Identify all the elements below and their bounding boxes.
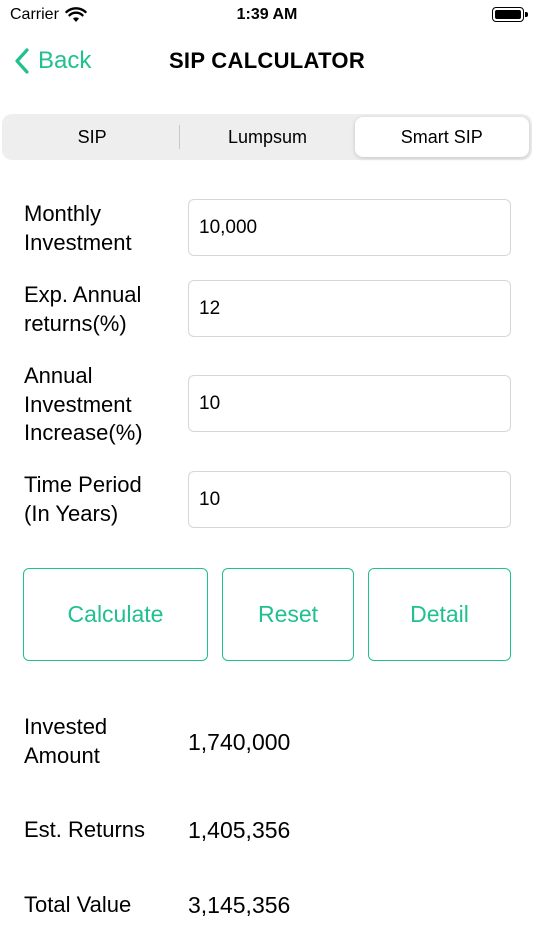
invested-amount-value: 1,740,000 xyxy=(188,729,291,755)
status-time: 1:39 AM xyxy=(236,6,298,23)
tab-smart-sip-label: Smart SIP xyxy=(400,126,483,147)
annual-increase-label: Annual Investment Increase(%) xyxy=(24,363,143,445)
est-returns-label: Est. Returns xyxy=(24,817,146,842)
monthly-investment-input[interactable] xyxy=(188,199,511,256)
total-value-value: 3,145,356 xyxy=(188,892,291,918)
reset-button[interactable]: Reset xyxy=(222,568,354,661)
monthly-investment-label: Monthly Investment xyxy=(24,201,132,255)
status-bar: Carrier 1:39 AM xyxy=(0,0,534,30)
tab-sip[interactable]: SIP xyxy=(5,117,179,157)
annual-returns-input[interactable] xyxy=(188,280,511,337)
calculator-type-segmented-control: SIP Lumpsum Smart SIP xyxy=(2,114,532,160)
tab-lumpsum[interactable]: Lumpsum xyxy=(180,117,354,157)
navigation-bar: Back SIP CALCULATOR xyxy=(0,36,534,86)
tab-sip-label: SIP xyxy=(77,126,107,147)
calculate-button-label: Calculate xyxy=(67,601,164,627)
annual-returns-label: Exp. Annual returns(%) xyxy=(24,282,142,336)
detail-button[interactable]: Detail xyxy=(368,568,511,661)
annual-increase-input[interactable] xyxy=(188,375,511,432)
page-title: SIP CALCULATOR xyxy=(168,48,366,73)
battery-icon xyxy=(492,7,528,22)
tab-lumpsum-label: Lumpsum xyxy=(227,126,307,147)
invested-amount-label: Invested Amount xyxy=(24,714,108,768)
calculate-button[interactable]: Calculate xyxy=(23,568,208,661)
reset-button-label: Reset xyxy=(257,601,319,627)
tab-smart-sip[interactable]: Smart SIP xyxy=(354,117,529,157)
est-returns-value: 1,405,356 xyxy=(188,817,291,843)
time-period-input[interactable] xyxy=(188,471,511,528)
total-value-label: Total Value xyxy=(24,892,132,917)
time-period-label: Time Period (In Years) xyxy=(24,472,142,526)
detail-button-label: Detail xyxy=(410,601,469,627)
